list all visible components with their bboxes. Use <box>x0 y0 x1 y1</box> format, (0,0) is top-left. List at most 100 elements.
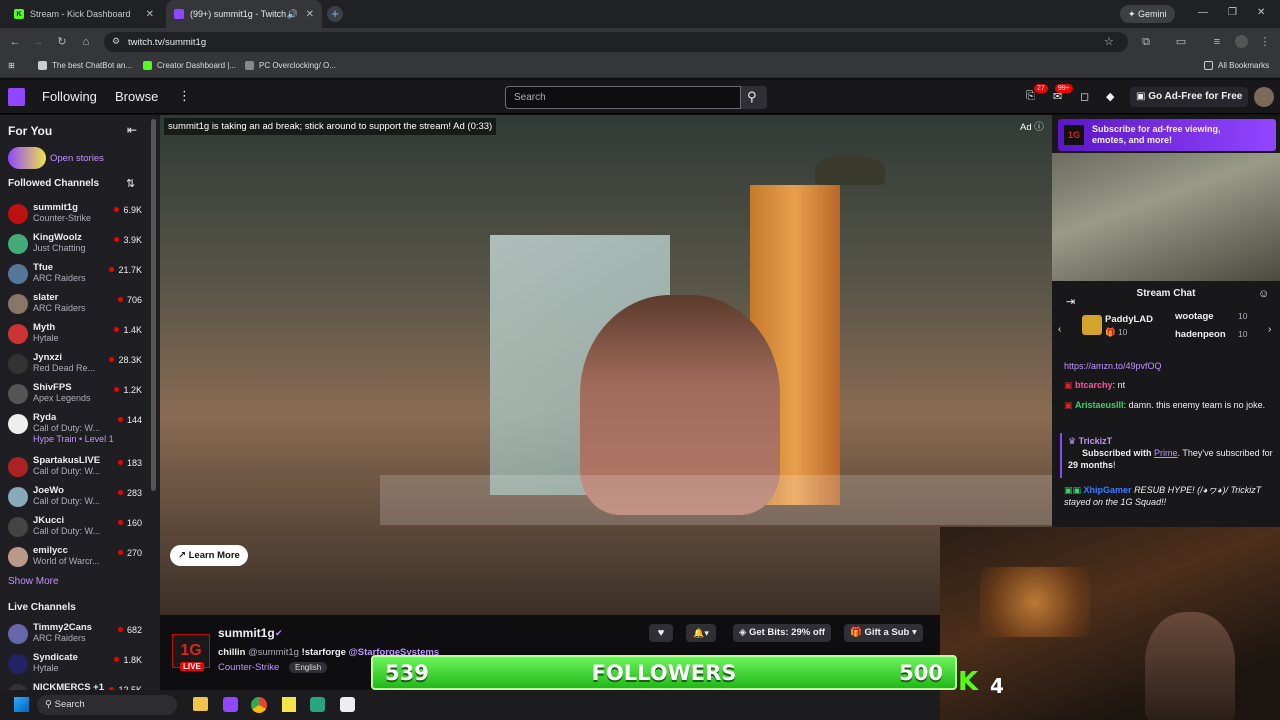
chat-username[interactable]: AristaeusIII <box>1075 400 1124 410</box>
bookmark-chatbot[interactable]: The best ChatBot an... <box>38 61 132 70</box>
search-button[interactable]: ⚲ <box>741 86 767 109</box>
chevron-left-icon[interactable]: ‹ <box>1058 324 1061 335</box>
window-close-icon[interactable]: ✕ <box>1257 7 1265 18</box>
home-icon[interactable]: ⌂ <box>79 35 93 49</box>
browser-tab-bar: K Stream - Kick Dashboard ✕ (99+) summit… <box>0 0 1280 28</box>
avatar <box>8 234 28 254</box>
minimize-icon[interactable]: — <box>1198 7 1208 18</box>
language-tag[interactable]: English <box>289 662 328 673</box>
speaker-icon[interactable]: 🔊 <box>287 9 298 20</box>
channel-row[interactable]: slater ARC Raiders 706 <box>0 290 150 320</box>
gemini-button[interactable]: ✦ Gemini <box>1120 5 1175 23</box>
open-stories-link[interactable]: Open stories <box>50 153 104 164</box>
stream-preview-minimap <box>1052 153 1280 281</box>
channel-row[interactable]: Syndicate Hytale 1.8K <box>0 650 150 680</box>
stories-avatars[interactable] <box>8 147 46 169</box>
more-icon[interactable]: ⋮ <box>178 88 191 104</box>
tab-kick-dashboard[interactable]: K Stream - Kick Dashboard ✕ <box>6 0 162 28</box>
follow-heart-button[interactable]: ♥ <box>649 624 673 642</box>
app-icon[interactable] <box>223 697 238 712</box>
channel-row[interactable]: Timmy2Cans ARC Raiders 682 <box>0 620 150 650</box>
prime-loot-icon[interactable]: ⎘ <box>1026 90 1035 103</box>
gift-sub-button[interactable]: 🎁 Gift a Sub ▾ <box>844 624 923 642</box>
channel-row[interactable]: summit1g Counter-Strike 6.9K <box>0 200 150 230</box>
reload-icon[interactable]: ↻ <box>55 35 69 49</box>
community-icon[interactable]: ☺ <box>1258 288 1269 300</box>
channel-name[interactable]: summit1g <box>218 626 275 640</box>
channel-row[interactable]: Ryda Call of Duty: W... 144 Hype Train • Le… <box>0 410 150 444</box>
chrome-icon[interactable] <box>251 697 267 713</box>
channel-row[interactable]: Tfue ARC Raiders 21.7K <box>0 260 150 290</box>
site-info-icon[interactable]: ⚙ <box>112 36 120 47</box>
sidebar-scrollbar[interactable] <box>151 119 156 491</box>
bookmark-pc-overclocking[interactable]: PC Overclocking/ O... <box>245 61 336 70</box>
app-icon[interactable] <box>310 697 325 712</box>
channel-row[interactable]: Jynxzi Red Dead Re... 28.3K <box>0 350 150 380</box>
whispers-icon[interactable]: ◻ <box>1080 90 1089 103</box>
bits-icon[interactable]: ◆ <box>1106 90 1114 103</box>
followers-goal-overlay: 539 FOLLOWERS 500 <box>371 655 957 690</box>
channel-row[interactable]: JKucci Call of Duty: W... 160 <box>0 513 150 543</box>
file-explorer-icon[interactable] <box>193 697 208 711</box>
chat-username[interactable]: btcarchy <box>1075 380 1113 390</box>
stream-title-mention[interactable]: @summit1g <box>248 647 299 658</box>
channel-row[interactable]: KingWoolz Just Chatting 3.9K <box>0 230 150 260</box>
video-player[interactable]: summit1g is taking an ad break; stick ar… <box>160 115 1052 615</box>
nav-browse[interactable]: Browse <box>115 89 158 104</box>
notes-icon[interactable] <box>282 697 296 712</box>
windows-start-icon[interactable] <box>14 697 29 712</box>
twitch-logo-icon[interactable] <box>8 88 25 106</box>
channel-row[interactable]: NICKMERCS +1 12.5K <box>0 680 150 690</box>
go-ad-free-button[interactable]: ▣ Go Ad-Free for Free <box>1130 87 1249 107</box>
nav-following[interactable]: Following <box>42 89 97 104</box>
search-input[interactable]: Search <box>505 86 741 109</box>
profile-avatar[interactable] <box>1235 35 1248 48</box>
tab-title: Stream - Kick Dashboard <box>30 9 131 19</box>
bookmark-creator-dashboard[interactable]: Creator Dashboard |... <box>143 61 236 70</box>
channel-name: Myth <box>33 322 56 333</box>
learn-more-button[interactable]: ↗ Learn More <box>170 545 248 566</box>
extensions-icon[interactable]: ⧉ <box>1139 35 1153 49</box>
channel-name: NICKMERCS +1 <box>33 682 104 690</box>
notifications-bell-button[interactable]: 🔔▾ <box>686 624 716 642</box>
gifter-name[interactable]: wootage <box>1175 311 1214 322</box>
ad-label-text: Ad <box>1020 122 1032 133</box>
bookmark-star-icon[interactable]: ☆ <box>1104 35 1114 48</box>
close-icon[interactable]: ✕ <box>306 9 314 20</box>
gifter-name[interactable]: PaddyLAD <box>1105 314 1153 325</box>
channel-row[interactable]: ShivFPS Apex Legends 1.2K <box>0 380 150 410</box>
user-avatar[interactable] <box>1254 87 1274 107</box>
new-tab-button[interactable]: + <box>327 6 343 22</box>
cast-icon[interactable]: ▭ <box>1174 35 1188 49</box>
prime-link[interactable]: Prime <box>1154 448 1178 458</box>
back-icon[interactable]: ← <box>8 35 22 49</box>
category-link[interactable]: Counter-Strike <box>218 662 279 673</box>
channel-row[interactable]: Myth Hytale 1.4K <box>0 320 150 350</box>
media-icon[interactable]: ≡ <box>1210 35 1224 49</box>
restore-icon[interactable]: ❐ <box>1228 7 1237 18</box>
chat-username[interactable]: XhipGamer <box>1084 485 1132 495</box>
app-icon[interactable] <box>340 697 355 712</box>
show-more-link[interactable]: Show More <box>8 576 59 587</box>
tab-twitch[interactable]: (99+) summit1g - Twitch 🔊 ✕ <box>166 0 322 28</box>
collapse-icon[interactable]: ⇤ <box>127 123 137 137</box>
url-field[interactable]: ⚙ twitch.tv/summit1g ☆ <box>104 32 1128 52</box>
all-bookmarks[interactable]: All Bookmarks <box>1204 61 1269 70</box>
chevron-right-icon[interactable]: › <box>1268 324 1271 335</box>
menu-icon[interactable]: ⋮ <box>1258 35 1272 49</box>
channel-row[interactable]: JoeWo Call of Duty: W... 283 <box>0 483 150 513</box>
sort-icon[interactable]: ⇅ <box>126 177 135 190</box>
apps-icon[interactable]: ⊞ <box>8 61 15 70</box>
sub-username[interactable]: TrickizT <box>1079 436 1113 446</box>
close-icon[interactable]: ✕ <box>146 9 154 20</box>
gifter-name[interactable]: hadenpeon <box>1175 329 1226 340</box>
channel-row[interactable]: SpartakusLIVE Call of Duty: W... 183 <box>0 453 150 483</box>
taskbar-search[interactable]: ⚲ Search <box>37 695 177 715</box>
info-icon[interactable]: ⓘ <box>1034 122 1044 133</box>
channel-name: ShivFPS <box>33 382 72 393</box>
get-bits-button[interactable]: ◈ Get Bits: 29% off <box>733 624 831 642</box>
chat-link[interactable]: https://amzn.to/49pvfOQ <box>1064 360 1274 372</box>
channel-row[interactable]: emilycc World of Warcr... 270 <box>0 543 150 573</box>
subscribe-promo[interactable]: 1G Subscribe for ad-free viewing, emotes… <box>1058 119 1276 151</box>
forward-icon[interactable]: → <box>31 35 45 49</box>
